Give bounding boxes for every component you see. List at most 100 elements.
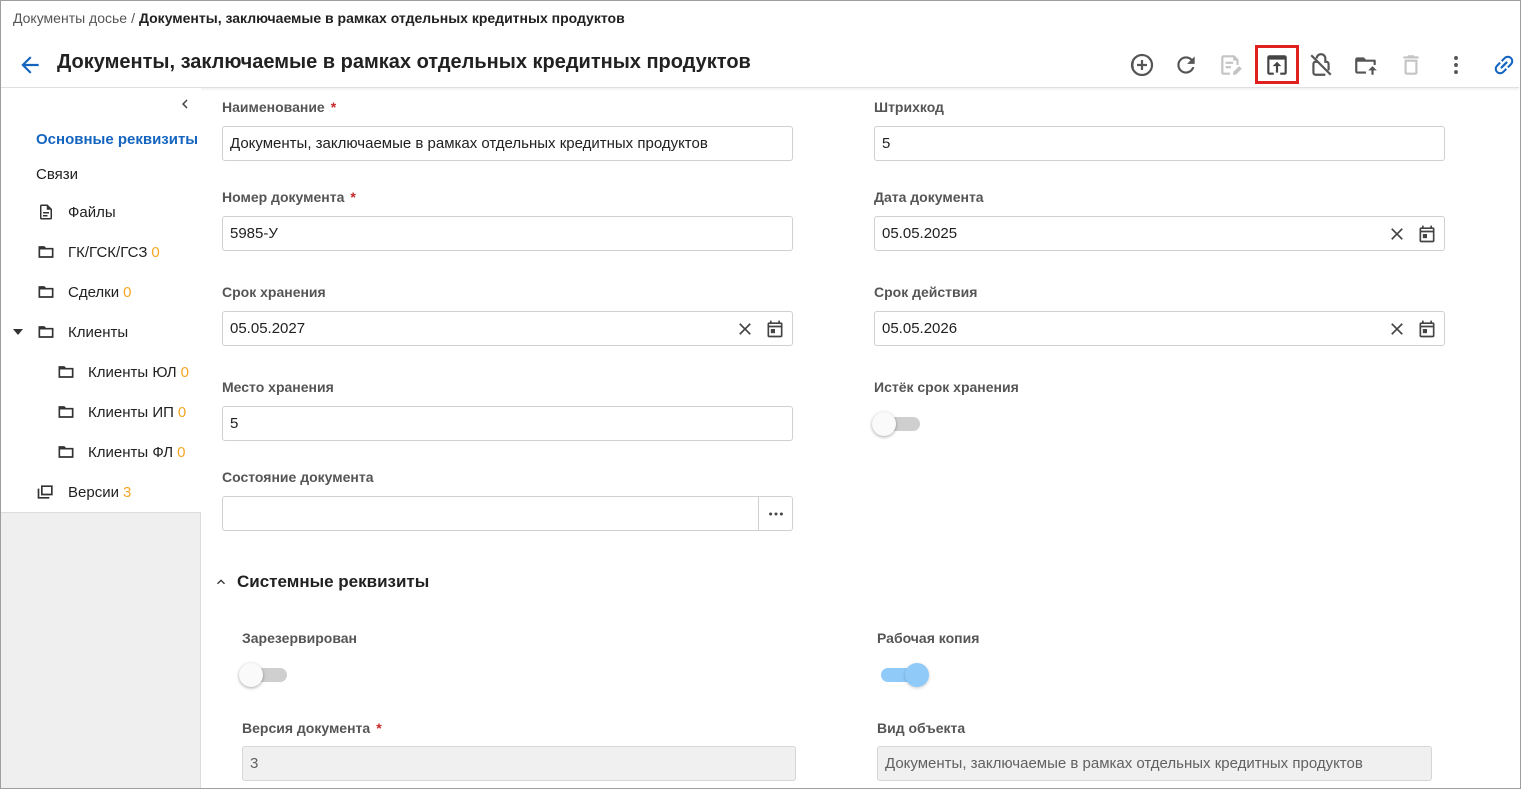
sidebar-item-label: Клиенты ИП [88, 403, 174, 421]
storage-expired-toggle[interactable] [872, 410, 924, 436]
sidebar-item-main[interactable]: Основные реквизиты [36, 131, 198, 148]
breadcrumb: Документы досье / Документы, заключаемые в… [13, 10, 625, 26]
folder-icon [56, 362, 76, 382]
header-divider [1, 87, 1519, 88]
page-title: Документы, заключаемые в рамках отдельны… [57, 51, 751, 73]
system-section-title: Системные реквизиты [237, 572, 430, 591]
folder-icon [36, 322, 56, 342]
refresh-icon[interactable] [1170, 49, 1202, 81]
breadcrumb-parent-link[interactable]: Документы досье [13, 10, 127, 26]
doc-version-field: 3 [242, 746, 796, 781]
sidebar-nav: Основные реквизиты Связи Файлы ГК/ГСК/ГС… [1, 88, 201, 513]
sidebar-item-label: Файлы [68, 203, 116, 221]
name-field[interactable]: Документы, заключаемые в рамках отдельны… [222, 126, 793, 161]
sidebar: Основные реквизиты Связи Файлы ГК/ГСК/ГС… [1, 88, 201, 788]
file-icon [36, 202, 56, 222]
sidebar-item-gk[interactable]: ГК/ГСК/ГСЗ 0 [36, 242, 160, 262]
doc-version-value: 3 [250, 755, 259, 772]
storage-term-label: Срок хранения [222, 284, 326, 300]
folder-icon [56, 442, 76, 462]
storage-term-value: 05.05.2027 [230, 320, 306, 337]
barcode-label: Штрихкод [874, 99, 944, 115]
name-label: Наименование * [222, 99, 337, 115]
folder-icon [36, 242, 56, 262]
more-vertical-icon[interactable] [1440, 49, 1472, 81]
working-copy-label: Рабочая копия [877, 630, 980, 646]
folder-icon [56, 402, 76, 422]
sidebar-item-label: ГК/ГСК/ГСЗ [68, 243, 148, 261]
breadcrumb-current: Документы, заключаемые в рамках отдельны… [138, 10, 625, 26]
reserved-label: Зарезервирован [242, 630, 357, 646]
sidebar-item-clients-ul[interactable]: Клиенты ЮЛ 0 [56, 362, 189, 382]
publish-icon[interactable] [1255, 45, 1299, 84]
calendar-icon[interactable] [1417, 319, 1437, 339]
sidebar-item-label: Клиенты ЮЛ [88, 363, 177, 381]
folder-icon [36, 282, 56, 302]
doc-state-field[interactable] [222, 496, 759, 531]
versions-icon [36, 482, 56, 502]
sidebar-item-label: Клиенты [68, 323, 129, 341]
sidebar-item-label: Версии [68, 483, 119, 501]
sidebar-item-count: 0 [151, 243, 160, 261]
storage-place-label: Место хранения [222, 379, 334, 395]
doc-date-label: Дата документа [874, 189, 984, 205]
working-copy-toggle[interactable] [877, 661, 929, 687]
sidebar-item-deals[interactable]: Сделки 0 [36, 282, 131, 302]
storage-term-field[interactable]: 05.05.2027 [222, 311, 793, 346]
barcode-field[interactable]: 5 [874, 126, 1445, 161]
clear-icon[interactable] [735, 319, 755, 339]
required-mark: * [350, 189, 356, 205]
back-arrow-icon[interactable] [17, 52, 43, 78]
storage-place-field[interactable]: 5 [222, 406, 793, 441]
sidebar-item-label: Основные реквизиты [36, 131, 199, 148]
reserved-toggle[interactable] [239, 661, 291, 687]
sidebar-item-count: 3 [122, 483, 132, 501]
link-icon[interactable] [1489, 49, 1519, 81]
calendar-icon[interactable] [1417, 224, 1437, 244]
lock-off-icon[interactable] [1305, 49, 1337, 81]
sidebar-item-links[interactable]: Связи [36, 166, 78, 183]
sidebar-item-label: Сделки [68, 283, 120, 301]
doc-state-label: Состояние документа [222, 469, 374, 485]
expand-triangle-icon[interactable] [11, 325, 25, 339]
sidebar-item-files[interactable]: Файлы [36, 202, 116, 222]
delete-icon[interactable] [1395, 49, 1427, 81]
doc-number-value: 5985-У [230, 225, 278, 242]
required-mark: * [376, 720, 382, 736]
add-circle-icon[interactable] [1125, 49, 1157, 81]
object-type-value: Документы, заключаемые в рамках отдельны… [885, 755, 1363, 772]
doc-date-field[interactable]: 05.05.2025 [874, 216, 1445, 251]
validity-term-label: Срок действия [874, 284, 978, 300]
validity-term-value: 05.05.2026 [882, 320, 958, 337]
sidebar-item-count: 0 [180, 363, 189, 381]
more-horizontal-icon[interactable] [758, 496, 793, 531]
sidebar-item-clients[interactable]: Клиенты [36, 322, 128, 342]
chevron-left-icon[interactable] [176, 95, 194, 113]
clear-icon[interactable] [1387, 319, 1407, 339]
object-type-field: Документы, заключаемые в рамках отдельны… [877, 746, 1432, 781]
sidebar-item-versions[interactable]: Версии 3 [36, 482, 131, 502]
storage-place-value: 5 [230, 415, 239, 432]
sidebar-item-count: 0 [123, 283, 132, 301]
folder-upload-icon[interactable] [1350, 49, 1382, 81]
calendar-icon[interactable] [765, 319, 785, 339]
sidebar-item-label: Связи [36, 166, 79, 183]
required-mark: * [330, 99, 337, 115]
sidebar-item-count: 0 [177, 403, 187, 421]
breadcrumb-separator: / [131, 10, 135, 26]
chevron-up-icon [217, 579, 225, 585]
doc-date-value: 05.05.2025 [882, 225, 958, 242]
sidebar-item-count: 0 [177, 443, 186, 461]
sidebar-item-label: Клиенты ФЛ [88, 443, 174, 461]
system-section-header[interactable]: Системные реквизиты [213, 572, 429, 592]
sidebar-item-clients-ip[interactable]: Клиенты ИП 0 [56, 402, 186, 422]
doc-number-field[interactable]: 5985-У [222, 216, 793, 251]
validity-term-field[interactable]: 05.05.2026 [874, 311, 1445, 346]
barcode-value: 5 [882, 135, 891, 152]
clear-icon[interactable] [1387, 224, 1407, 244]
sidebar-item-clients-fl[interactable]: Клиенты ФЛ 0 [56, 442, 185, 462]
object-type-label: Вид объекта [877, 720, 966, 736]
name-value: Документы, заключаемые в рамках отдельны… [230, 135, 708, 152]
doc-version-label: Версия документа * [242, 720, 382, 736]
edit-document-icon[interactable] [1215, 49, 1247, 81]
